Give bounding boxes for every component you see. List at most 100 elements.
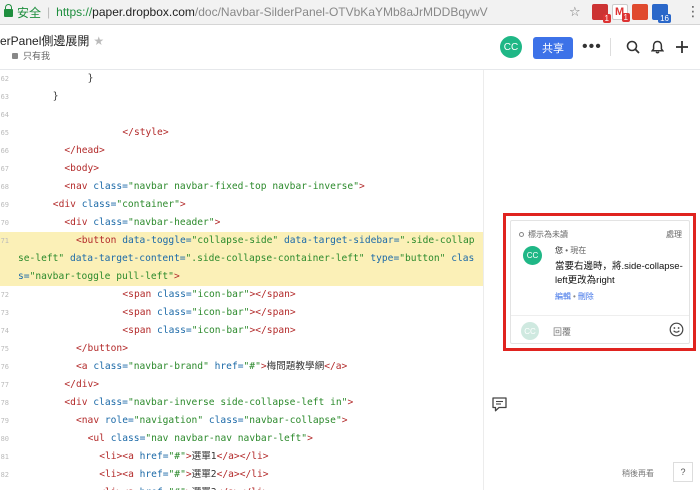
line-number: 72 xyxy=(0,291,9,299)
code-line[interactable]: 82 <li><a href="#">選單2</a></li> xyxy=(0,466,483,484)
code-token: </style> xyxy=(122,127,169,138)
code-text: } xyxy=(88,70,94,88)
code-editor[interactable]: 62} 63} 64 65 </style> 66 </head> 67 <body> 68 <na… xyxy=(0,70,483,490)
code-line[interactable]: 65 </style> xyxy=(0,124,483,142)
code-token: "collapse-side" xyxy=(191,235,284,246)
line-number: 67 xyxy=(0,165,9,173)
code-token: <body> xyxy=(64,163,100,174)
code-line[interactable]: 63} xyxy=(0,88,483,106)
extension-icon[interactable]: 1 xyxy=(592,4,611,23)
code-line[interactable]: 76 <a class="navbar-brand" href="#">梅問題教學… xyxy=(0,358,483,376)
code-token: </a> xyxy=(324,361,348,372)
code-token: </a></li> xyxy=(216,451,269,462)
code-line[interactable]: 77 </div> xyxy=(0,376,483,394)
toolbar-divider xyxy=(610,38,611,56)
code-text: <nav role="navigation" class="navbar-col… xyxy=(76,412,348,430)
code-line[interactable]: 70 <div class="navbar-header"> xyxy=(0,214,483,232)
code-text: </button> xyxy=(76,340,128,358)
code-line[interactable]: 83 <li><a href="#">選單3</a></li> xyxy=(0,484,483,490)
url-text[interactable]: https://paper.dropbox.com/doc/Navbar-Sil… xyxy=(56,5,488,19)
line-number: 66 xyxy=(0,147,9,155)
code-line[interactable]: 69 <div class="container"> xyxy=(0,196,483,214)
plus-icon[interactable] xyxy=(675,40,689,54)
line-number: 71 xyxy=(0,237,9,245)
code-line[interactable]: 62} xyxy=(0,70,483,88)
code-line[interactable]: 73 <span class="icon-bar"></span> xyxy=(0,304,483,322)
unread-circle-icon xyxy=(519,232,524,237)
calendar-icon[interactable]: 16 xyxy=(652,4,671,23)
code-token: "navigation" xyxy=(133,415,209,426)
code-token: ></span> xyxy=(249,325,296,336)
help-button[interactable]: ? xyxy=(673,462,693,482)
code-token: <span xyxy=(122,289,158,300)
code-line[interactable]: 79 <nav role="navigation" class="navbar-c… xyxy=(0,412,483,430)
code-line[interactable]: 71 <button data-toggle="collapse-side" da… xyxy=(0,232,483,250)
code-line[interactable]: 74 <span class="icon-bar"></span> xyxy=(0,322,483,340)
search-icon[interactable] xyxy=(626,40,640,54)
user-avatar[interactable]: CC xyxy=(500,36,522,58)
code-line[interactable]: 81 <li><a href="#">選單1</a></li> xyxy=(0,448,483,466)
code-token: </head> xyxy=(64,145,105,156)
secure-indicator[interactable]: 安全 xyxy=(4,4,41,21)
line-number: 77 xyxy=(0,381,9,389)
read-later-label[interactable]: 稍後再看 xyxy=(622,468,654,479)
code-line[interactable]: 67 <body> xyxy=(0,160,483,178)
extension-icon[interactable] xyxy=(632,4,648,20)
code-text: <div class="navbar-header"> xyxy=(64,214,220,232)
code-line[interactable]: 72 <span class="icon-bar"></span> xyxy=(0,286,483,304)
code-token: > xyxy=(347,397,354,408)
mark-unread-button[interactable]: 標示為未讀 xyxy=(519,229,568,240)
line-number: 75 xyxy=(0,345,9,353)
add-comment-icon[interactable] xyxy=(491,396,508,413)
document-title[interactable]: erPanel側邊展開 ★ xyxy=(0,32,104,49)
code-line[interactable]: 64 xyxy=(0,106,483,124)
bell-icon[interactable] xyxy=(651,40,664,54)
code-text: <body> xyxy=(64,160,99,178)
address-separator: | xyxy=(47,5,51,19)
code-token: href= xyxy=(214,361,244,372)
more-options-icon[interactable]: ••• xyxy=(582,38,602,56)
code-token: data-target-sidebar= xyxy=(283,235,400,246)
code-token: role= xyxy=(104,415,134,426)
code-token: <li><a xyxy=(99,469,140,480)
edit-comment-link[interactable]: 編輯 xyxy=(555,292,571,301)
code-token: <a xyxy=(76,361,94,372)
browser-menu-icon[interactable]: ⋮ xyxy=(686,4,700,18)
code-line[interactable]: 78 <div class="navbar-inverse side-collap… xyxy=(0,394,483,412)
resolve-button[interactable]: 處理 xyxy=(666,229,682,240)
code-token: class= xyxy=(93,361,128,372)
code-line[interactable]: 75 </button> xyxy=(0,340,483,358)
bookmark-star-icon[interactable]: ☆ xyxy=(569,4,581,20)
code-token: "#" xyxy=(168,451,186,462)
line-number: 79 xyxy=(0,417,9,425)
reply-input[interactable] xyxy=(553,327,653,337)
code-text: <span class="icon-bar"></span> xyxy=(122,286,295,304)
emoji-icon[interactable] xyxy=(669,322,684,337)
comment-card[interactable]: 標示為未讀 處理 CC 您 • 現在 當要右邊時，將.side-collapse… xyxy=(510,220,690,344)
gmail-icon[interactable]: M1 xyxy=(612,4,630,22)
code-text: <nav class="navbar navbar-fixed-top navb… xyxy=(64,178,364,196)
code-line[interactable]: 80 <ul class="nav navbar-nav navbar-left"… xyxy=(0,430,483,448)
reply-divider xyxy=(511,315,689,316)
code-line[interactable]: 68 <nav class="navbar navbar-fixed-top na… xyxy=(0,178,483,196)
document-visibility[interactable]: 只有我 xyxy=(12,49,50,62)
code-token: class= xyxy=(93,181,128,192)
code-token: class= xyxy=(157,307,192,318)
code-text: <a class="navbar-brand" href="#">梅問題教學網<… xyxy=(76,358,347,376)
line-number: 69 xyxy=(0,201,9,209)
code-token: "icon-bar" xyxy=(191,307,250,318)
line-number: 76 xyxy=(0,363,9,371)
code-text: } xyxy=(53,88,59,106)
code-line[interactable]: 66 </head> xyxy=(0,142,483,160)
share-button[interactable]: 共享 xyxy=(533,37,573,59)
code-line[interactable]: s="navbar-toggle pull-left"> xyxy=(0,268,483,286)
delete-comment-link[interactable]: 刪除 xyxy=(578,292,594,301)
code-token: ".side-collap xyxy=(399,235,475,246)
code-text: se-left" data-target-content=".side-coll… xyxy=(18,250,474,268)
favorite-star-icon[interactable]: ★ xyxy=(93,34,104,48)
code-text: <li><a href="#">選單1</a></li> xyxy=(99,448,268,466)
code-token: <div xyxy=(52,199,82,210)
code-token: <div xyxy=(64,397,94,408)
code-line[interactable]: se-left" data-target-content=".side-coll… xyxy=(0,250,483,268)
comment-time: 現在 xyxy=(570,246,587,255)
